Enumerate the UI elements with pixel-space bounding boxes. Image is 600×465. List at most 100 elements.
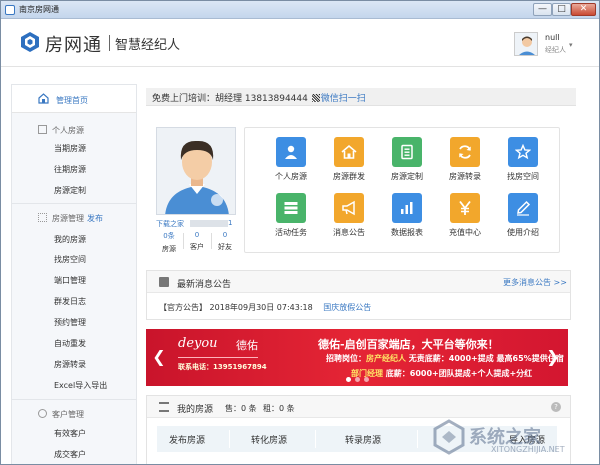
qr-code-icon (311, 94, 320, 102)
tile-listing-custom[interactable]: 房源定制 (377, 137, 437, 182)
promo-banner[interactable]: ❮ deyou 德佑 联系电话：13951967894 德佑-启创百家端店，大平… (146, 329, 568, 386)
stat-friends[interactable]: 0 好友 (212, 231, 238, 252)
user-name[interactable]: null (545, 33, 560, 42)
tile-label: 房源群发 (333, 172, 365, 181)
banner-slogan: 德佑-启创百家端店，大平台等你来！ (318, 338, 499, 351)
wechat-scan-link[interactable]: 微信扫一扫 (321, 94, 366, 104)
sidebar-divider (12, 203, 136, 204)
person-icon (285, 145, 297, 159)
tile-data-reports[interactable]: 数据报表 (377, 193, 437, 238)
sidebar-item-appointments[interactable]: 预约管理 (54, 317, 86, 328)
tile-listing-transcribe[interactable]: 房源转录 (435, 137, 495, 182)
message-icon (159, 277, 169, 287)
sidebar-item-auto-repost[interactable]: 自动重发 (54, 338, 86, 349)
tile-icon-box (276, 193, 306, 223)
tile-label: 使用介绍 (507, 228, 539, 237)
sidebar-item-my-listings[interactable]: 我的房源 (54, 234, 86, 245)
bar-chart-icon (401, 202, 413, 214)
tab-publish-listing[interactable]: 发布房源 (169, 433, 205, 446)
tile-icon-box (334, 137, 364, 167)
sidebar-item-port-manage[interactable]: 端口管理 (54, 275, 86, 286)
tile-usage-guide[interactable]: 使用介绍 (493, 193, 553, 238)
announcement-title: 最新消息公告 (177, 280, 232, 290)
profile-name-link[interactable]: 下载之家 (156, 219, 184, 229)
minimize-button[interactable]: — (533, 3, 552, 16)
sidebar-section-title: 房源管理 (52, 214, 84, 223)
sidebar-item-active-clients[interactable]: 有效客户 (54, 428, 86, 439)
sidebar-item-excel[interactable]: Excel导入导出 (54, 380, 107, 391)
tab-convert-listing[interactable]: 转化房源 (251, 433, 287, 446)
more-announcements-link[interactable]: 更多消息公告 >> (503, 277, 567, 288)
sidebar-item-past-listings[interactable]: 往期房源 (54, 164, 86, 175)
tile-label: 房源转录 (449, 172, 481, 181)
sidebar-item-current-listings[interactable]: 当期房源 (54, 143, 86, 154)
tile-label: 个人房源 (275, 172, 307, 181)
main-content: 免费上门培训：胡经理 13813894444 微信扫一扫 下载之家 1 0条 房… (146, 84, 576, 464)
sidebar-item-custom-listings[interactable]: 房源定制 (54, 185, 86, 196)
profile-count: 1 (228, 219, 233, 227)
person-icon (38, 409, 47, 418)
user-role: 经纪人 (545, 46, 566, 54)
sale-count: 售：0 条 (225, 404, 257, 413)
banner-job-line-2: 部门经理 底薪：6000+团队提成+个人提成+分红 (351, 368, 532, 379)
carousel-dot[interactable] (364, 377, 369, 382)
sidebar-section-manage: 房源管理 发布 (38, 213, 103, 224)
tile-activity-tasks[interactable]: 活动任务 (261, 193, 321, 238)
tile-listing-broadcast[interactable]: 房源群发 (319, 137, 379, 182)
stat-clients[interactable]: 0 客户 (184, 231, 210, 252)
app-header: 房网通 智慧经纪人 null 经纪人 ▾ (1, 19, 599, 67)
refresh-icon (459, 145, 471, 159)
logo-subtitle: 智慧经纪人 (115, 38, 181, 53)
profile-avatar-icon (157, 128, 235, 214)
profile-name-redacted (190, 220, 228, 227)
tile-find-space[interactable]: 找房空间 (493, 137, 553, 182)
profile-photo[interactable] (156, 127, 236, 215)
close-button[interactable]: ✕ (571, 3, 596, 16)
tab-divider (229, 430, 230, 448)
rent-count: 租：0 条 (263, 404, 295, 413)
title-bar: 南京房网通 — □ ✕ (1, 1, 599, 19)
tile-icon-box (450, 193, 480, 223)
announcement-header: 最新消息公告 更多消息公告 >> (147, 271, 570, 293)
carousel-dot[interactable] (346, 377, 351, 382)
chevron-left-icon[interactable]: ❮ (152, 347, 166, 367)
stat-value: 0条 (163, 232, 175, 240)
logo-icon (21, 32, 39, 52)
sidebar-item-home[interactable]: 管理首页 (12, 85, 136, 113)
sidebar-item-closed-clients[interactable]: 成交客户 (54, 449, 86, 460)
sidebar-item-transcribe[interactable]: 房源转录 (54, 359, 86, 370)
megaphone-icon (342, 200, 355, 216)
banner-job2-detail: 底薪：6000+团队提成+个人提成+分红 (385, 369, 533, 378)
pencil-icon (517, 200, 531, 216)
sidebar-section-clients: 客户管理 (38, 409, 84, 420)
tile-personal-listings[interactable]: 个人房源 (261, 137, 321, 182)
grid-icon (38, 213, 47, 222)
list-item[interactable]: 【官方公告】 2018年09月30日 07:43:18 国庆放假公告 (159, 302, 371, 313)
banner-divider (178, 357, 258, 358)
tile-recharge-center[interactable]: 充值中心 (435, 193, 495, 238)
profile-card: 下载之家 1 0条 房源 0 客户 0 好友 (156, 127, 236, 253)
sidebar-item-broadcast-log[interactable]: 群发日志 (54, 296, 86, 307)
sidebar-item-find-space[interactable]: 找房空间 (54, 254, 86, 265)
list-icon (159, 402, 169, 412)
tile-icon-box (392, 137, 422, 167)
chevron-right-icon[interactable]: ❯ (546, 347, 560, 367)
tile-label: 房源定制 (391, 172, 423, 181)
maximize-button[interactable]: □ (552, 3, 571, 16)
logo-text: 房网通 (45, 35, 102, 56)
stat-label: 好友 (218, 243, 232, 251)
banner-job-detail: 无责底薪：4000+提成 最高65%提供住宿 (408, 354, 564, 363)
stat-label: 客户 (190, 243, 204, 251)
announcement-link[interactable]: 国庆放假公告 (323, 303, 371, 312)
carousel-dot[interactable] (355, 377, 360, 382)
avatar[interactable] (514, 32, 538, 56)
tab-divider (417, 430, 418, 448)
tile-label: 充值中心 (449, 228, 481, 237)
publish-link[interactable]: 发布 (87, 214, 103, 223)
stat-listings[interactable]: 0条 房源 (156, 231, 182, 254)
tile-announcements[interactable]: 消息公告 (319, 193, 379, 238)
chevron-down-icon[interactable]: ▾ (569, 41, 573, 49)
house-icon (341, 144, 357, 159)
tab-transcribe-listing[interactable]: 转录房源 (345, 433, 381, 446)
tile-icon-box (392, 193, 422, 223)
